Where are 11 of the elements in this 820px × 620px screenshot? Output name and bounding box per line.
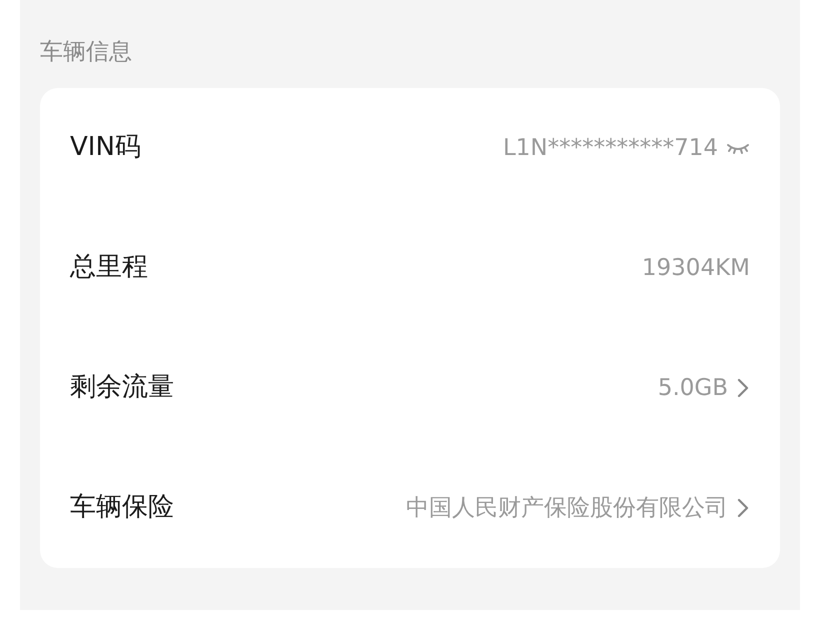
row-label: 车辆保险 <box>70 491 174 524</box>
section-title: 车辆信息 <box>40 38 133 67</box>
chevron-right-icon[interactable] <box>736 376 750 399</box>
chevron-right-icon[interactable] <box>736 496 750 519</box>
row-value: 19304KM <box>642 254 750 283</box>
row-value: L1N***********714 <box>502 134 718 163</box>
row-value: 5.0GB <box>658 374 728 403</box>
row-label: 剩余流量 <box>70 371 174 404</box>
row-label: VIN码 <box>70 131 141 164</box>
row-value: 中国人民财产保险股份有限公司 <box>406 494 728 523</box>
row-label: 总里程 <box>70 251 148 284</box>
